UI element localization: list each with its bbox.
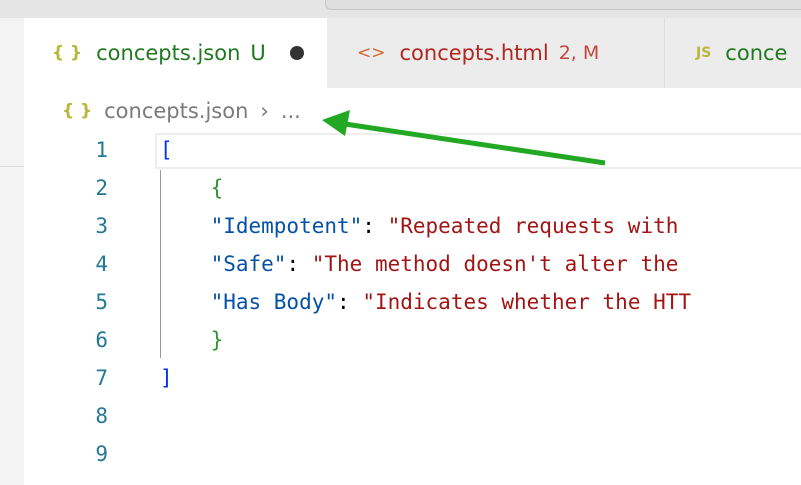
arrow-head (322, 110, 350, 136)
arrow-shaft (344, 121, 606, 166)
annotation-arrow (322, 110, 606, 166)
